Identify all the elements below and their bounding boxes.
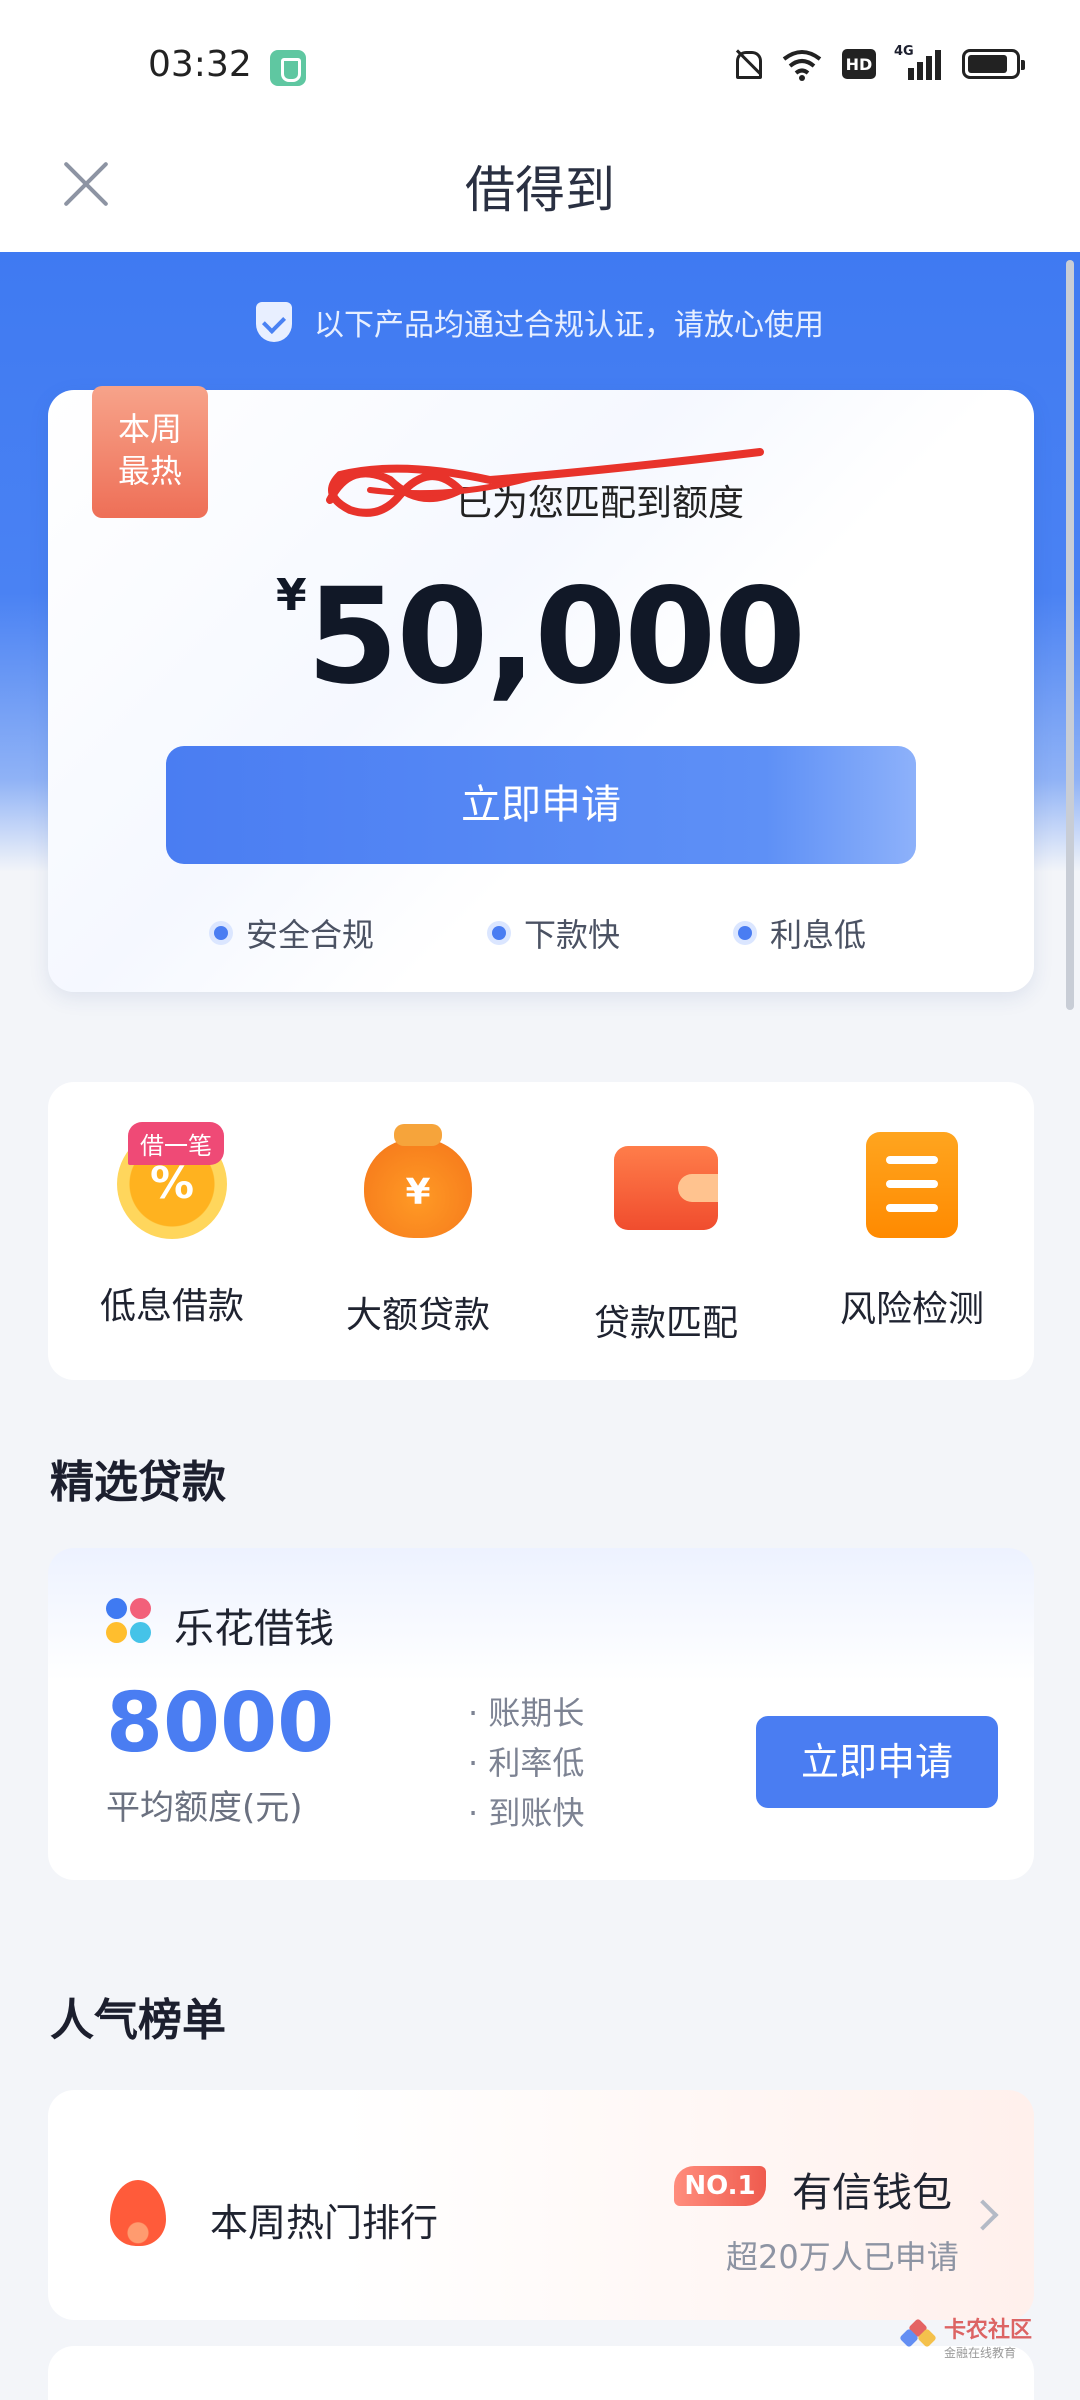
currency-symbol: ¥ <box>276 570 307 621</box>
offer-features: 安全合规 下款快 利息低 <box>0 910 1080 956</box>
feature-item: 利息低 <box>738 910 866 956</box>
quick-action-risk-check[interactable]: 风险检测 <box>802 1124 1022 1332</box>
ranking-product: 有信钱包 <box>792 2170 952 2216</box>
product-feature: · 账期长 <box>468 1694 585 1732</box>
product-amount: 8000 <box>106 1676 335 1771</box>
quick-action-large-loan[interactable]: ¥ 大额贷款 <box>308 1124 528 1338</box>
wifi-icon <box>782 50 822 81</box>
credit-amount: ¥50,000 <box>0 560 1080 714</box>
next-card <box>48 2346 1034 2400</box>
product-features: · 账期长 · 利率低 · 到账快 <box>468 1688 584 1838</box>
quick-action-label: 风险检测 <box>839 1289 984 1330</box>
quick-action-label: 贷款匹配 <box>593 1303 738 1344</box>
ranking-section-title: 人气榜单 <box>50 1995 226 2046</box>
shield-check-icon <box>256 302 292 342</box>
watermark-logo-icon <box>899 2317 937 2355</box>
ranking-title: 本周热门排行 <box>210 2201 439 2245</box>
network-label: 4G <box>894 44 914 59</box>
signal-icon: 4G <box>894 44 944 80</box>
bullet-dot-icon <box>213 926 228 940</box>
compliance-notice: 以下产品均通过合规认证，请放心使用 <box>0 300 1080 344</box>
battery-icon <box>962 49 1025 79</box>
quick-action-label: 大额贷款 <box>345 1295 490 1336</box>
amount-value: 50,000 <box>306 560 806 714</box>
checklist-icon <box>866 1132 958 1238</box>
ranking-subtitle: 超20万人已申请 <box>726 2238 959 2276</box>
hot-badge-line1: 本周 <box>117 410 182 448</box>
status-time: 03:32 <box>148 44 252 85</box>
quick-action-label: 低息借款 <box>99 1286 244 1327</box>
rank-badge: NO.1 <box>674 2166 766 2206</box>
feature-label: 利息低 <box>770 916 867 954</box>
redaction-scribble <box>326 448 764 517</box>
product-name: 乐花借钱 <box>174 1606 334 1652</box>
borrow-tag: 借一笔 <box>128 1122 224 1165</box>
product-feature: · 利率低 <box>468 1744 585 1782</box>
feature-item: 安全合规 <box>213 910 374 956</box>
page-title: 借得到 <box>465 161 615 219</box>
feature-label: 下款快 <box>523 916 620 954</box>
watermark-subtitle: 金融在线教育 <box>944 2346 1017 2360</box>
product-amount-label: 平均额度(元) <box>106 1788 303 1828</box>
silent-bell-icon <box>732 47 762 81</box>
watermark-title: 卡农社区 <box>944 2318 1033 2343</box>
quick-action-loan-match[interactable]: 贷款匹配 <box>556 1124 776 1346</box>
bullet-dot-icon <box>738 926 752 940</box>
feature-label: 安全合规 <box>245 916 374 954</box>
feature-item: 下款快 <box>491 910 620 956</box>
status-icons: HD 4G <box>732 44 1025 84</box>
notice-text: 以下产品均通过合规认证，请放心使用 <box>314 308 824 343</box>
wallet-icon <box>614 1146 718 1230</box>
shield-app-icon <box>270 50 306 86</box>
product-apply-button[interactable]: 立即申请 <box>756 1716 998 1808</box>
product-logo-icon <box>106 1598 152 1644</box>
hd-icon: HD <box>842 49 876 79</box>
bullet-dot-icon <box>491 926 506 940</box>
money-bag-icon: ¥ <box>364 1124 472 1238</box>
product-feature: · 到账快 <box>468 1794 585 1832</box>
featured-section-title: 精选贷款 <box>50 1457 226 1508</box>
watermark: 卡农社区 金融在线教育 <box>899 2312 1033 2361</box>
apply-now-button[interactable]: 立即申请 <box>166 746 916 864</box>
